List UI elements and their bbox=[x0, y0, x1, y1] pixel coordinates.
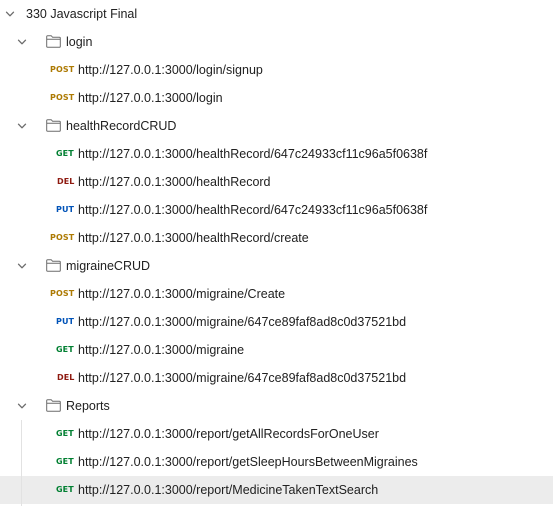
folder-icon bbox=[46, 119, 61, 132]
method-badge: DEL bbox=[57, 177, 75, 186]
method-badge: POST bbox=[50, 289, 75, 298]
method-badge: POST bbox=[50, 65, 75, 74]
request-row[interactable]: PUT http://127.0.0.1:3000/migraine/647ce… bbox=[0, 308, 553, 336]
request-url: http://127.0.0.1:3000/report/getSleepHou… bbox=[78, 455, 418, 469]
method-badge: GET bbox=[56, 345, 74, 354]
request-url: http://127.0.0.1:3000/migraine/647ce89fa… bbox=[78, 371, 407, 385]
request-row[interactable]: POST http://127.0.0.1:3000/login bbox=[0, 84, 553, 112]
request-row[interactable]: GET http://127.0.0.1:3000/report/getAllR… bbox=[0, 420, 553, 448]
folder-name: Reports bbox=[66, 399, 110, 413]
collection-name: 330 Javascript Final bbox=[26, 7, 138, 21]
request-url: http://127.0.0.1:3000/report/getAllRecor… bbox=[78, 427, 379, 441]
request-row[interactable]: DEL http://127.0.0.1:3000/migraine/647ce… bbox=[0, 364, 553, 392]
folder-name: healthRecordCRUD bbox=[66, 119, 177, 133]
collection-tree: 330 Javascript Final login POST http://1… bbox=[0, 0, 553, 506]
method-badge: GET bbox=[56, 429, 74, 438]
folder-icon bbox=[46, 35, 61, 48]
chevron-down-icon[interactable] bbox=[16, 400, 28, 412]
request-url: http://127.0.0.1:3000/migraine/647ce89fa… bbox=[78, 315, 407, 329]
method-badge: GET bbox=[56, 457, 74, 466]
chevron-down-icon[interactable] bbox=[16, 260, 28, 272]
chevron-down-icon[interactable] bbox=[4, 8, 16, 20]
folder-row-migrainecrud[interactable]: migraineCRUD bbox=[0, 252, 553, 280]
folder-name: login bbox=[66, 35, 93, 49]
request-url: http://127.0.0.1:3000/report/MedicineTak… bbox=[78, 483, 379, 497]
method-badge: GET bbox=[56, 485, 74, 494]
chevron-down-icon[interactable] bbox=[16, 120, 28, 132]
request-url: http://127.0.0.1:3000/login/signup bbox=[78, 63, 263, 77]
request-row-selected[interactable]: GET http://127.0.0.1:3000/report/Medicin… bbox=[0, 476, 553, 504]
request-url: http://127.0.0.1:3000/healthRecord/647c2… bbox=[78, 203, 428, 217]
collection-row[interactable]: 330 Javascript Final bbox=[0, 0, 553, 28]
folder-icon bbox=[46, 259, 61, 272]
request-row[interactable]: PUT http://127.0.0.1:3000/healthRecord/6… bbox=[0, 196, 553, 224]
method-badge: GET bbox=[56, 149, 74, 158]
chevron-down-icon[interactable] bbox=[16, 36, 28, 48]
request-url: http://127.0.0.1:3000/healthRecord/647c2… bbox=[78, 147, 428, 161]
request-row[interactable]: GET http://127.0.0.1:3000/report/getSlee… bbox=[0, 448, 553, 476]
request-url: http://127.0.0.1:3000/healthRecord/creat… bbox=[78, 231, 309, 245]
request-url: http://127.0.0.1:3000/login bbox=[78, 91, 223, 105]
request-url: http://127.0.0.1:3000/migraine bbox=[78, 343, 245, 357]
method-badge: DEL bbox=[57, 373, 75, 382]
method-badge: POST bbox=[50, 93, 75, 102]
request-row[interactable]: DEL http://127.0.0.1:3000/healthRecord bbox=[0, 168, 553, 196]
request-url: http://127.0.0.1:3000/healthRecord bbox=[78, 175, 271, 189]
request-row[interactable]: POST http://127.0.0.1:3000/login/signup bbox=[0, 56, 553, 84]
folder-name: migraineCRUD bbox=[66, 259, 151, 273]
request-row[interactable]: GET http://127.0.0.1:3000/healthRecord/6… bbox=[0, 140, 553, 168]
request-url: http://127.0.0.1:3000/migraine/Create bbox=[78, 287, 286, 301]
request-row[interactable]: POST http://127.0.0.1:3000/migraine/Crea… bbox=[0, 280, 553, 308]
folder-row-login[interactable]: login bbox=[0, 28, 553, 56]
indent-guide bbox=[21, 420, 22, 506]
folder-row-healthrecordcrud[interactable]: healthRecordCRUD bbox=[0, 112, 553, 140]
method-badge: PUT bbox=[56, 205, 75, 214]
folder-row-reports[interactable]: Reports bbox=[0, 392, 553, 420]
request-row[interactable]: GET http://127.0.0.1:3000/migraine bbox=[0, 336, 553, 364]
method-badge: PUT bbox=[56, 317, 75, 326]
request-row[interactable]: POST http://127.0.0.1:3000/healthRecord/… bbox=[0, 224, 553, 252]
method-badge: POST bbox=[50, 233, 75, 242]
folder-icon bbox=[46, 399, 61, 412]
